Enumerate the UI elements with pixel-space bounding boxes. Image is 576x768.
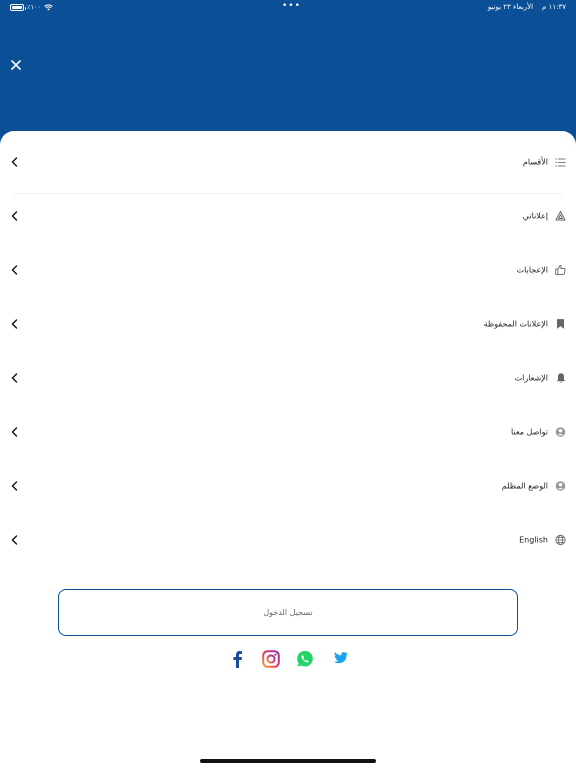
chevron-left-icon [9,319,19,329]
status-time: ١١:٣٧ م [542,3,566,11]
thumb-up-icon [555,265,566,276]
chevron-left-icon [9,373,19,383]
status-datetime: ١١:٣٧ م الأربعاء ٢٣ يونيو [488,3,566,11]
menu-item-notifications[interactable]: الإشعارات [0,351,576,405]
battery-icon [10,3,26,11]
menu-item-sections[interactable]: الأقسام [0,135,576,194]
battery-percent: ٪١٠٠ [27,3,41,11]
close-button[interactable] [8,57,24,73]
menu-item-contact-us[interactable]: تواصل معنا [0,405,576,459]
close-icon [11,60,21,70]
menu-sheet: الأقسام إعلاناتي الإعجابات الإعلانات الم… [0,131,576,768]
chevron-left-icon [9,535,19,545]
chevron-left-icon [9,265,19,275]
chevron-left-icon [9,211,19,221]
list-icon [555,157,566,168]
twitter-icon[interactable] [329,649,349,669]
status-date: الأربعاء ٢٣ يونيو [487,3,534,11]
status-bar: ٪١٠٠ ••• ١١:٣٧ م الأربعاء ٢٣ يونيو [0,0,576,14]
menu-item-my-ads[interactable]: إعلاناتي [0,189,576,243]
ads-icon [555,211,566,222]
menu-item-likes[interactable]: الإعجابات [0,243,576,297]
menu-item-label: English [519,535,548,545]
menu-item-dark-mode[interactable]: الوضع المظلم [0,459,576,513]
chevron-left-icon [9,481,19,491]
menu-item-label: الوضع المظلم [501,481,548,491]
menu-item-label: تواصل معنا [511,427,548,437]
dark-mode-icon [555,481,566,492]
instagram-icon[interactable] [261,649,281,669]
whatsapp-icon[interactable] [295,649,315,669]
multitasking-dots-icon[interactable]: ••• [282,2,301,11]
menu-item-label: إعلاناتي [522,211,548,221]
home-indicator[interactable] [200,759,376,763]
login-button[interactable]: تسجيل الدخول [58,589,518,636]
facebook-icon[interactable] [227,649,247,669]
menu-item-label: الإعجابات [516,265,548,275]
social-links [0,649,576,669]
menu-item-label: الإعلانات المحفوظة [483,319,548,329]
menu-item-saved-ads[interactable]: الإعلانات المحفوظة [0,297,576,351]
chevron-left-icon [9,427,19,437]
bell-icon [555,373,566,384]
menu-item-label: الأقسام [522,157,548,167]
menu-item-language[interactable]: English [0,513,576,567]
status-indicators: ٪١٠٠ [10,3,53,11]
chevron-left-icon [9,157,19,167]
globe-icon [555,534,566,546]
contact-icon [555,427,566,438]
bookmark-icon [555,319,566,330]
menu-item-label: الإشعارات [514,373,548,383]
wifi-icon [44,4,53,10]
